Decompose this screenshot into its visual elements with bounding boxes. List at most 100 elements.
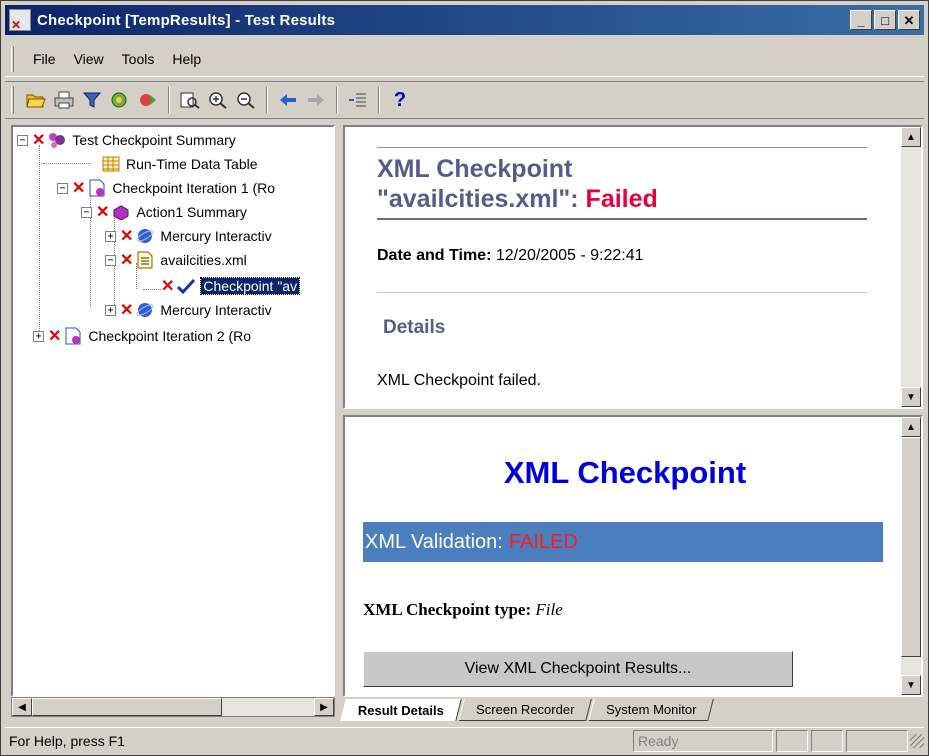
menu-help[interactable]: Help	[163, 51, 210, 67]
resize-grip[interactable]	[910, 733, 924, 748]
tree-label: availcities.xml	[160, 252, 247, 268]
tree-item-runtime-table[interactable]: Run-Time Data Table	[101, 153, 258, 175]
validation-label: XML Validation:	[365, 530, 503, 553]
tree-item-iteration-2[interactable]: + ✕ Checkpoint Iteration 2 (Ro	[33, 325, 251, 347]
menu-tools[interactable]: Tools	[113, 51, 164, 67]
tree-item-mercury-1[interactable]: + ✕ Mercury Interactiv	[105, 225, 272, 247]
tab-result-details[interactable]: Result Details	[340, 699, 462, 721]
scroll-down-arrow-icon[interactable]: ▼	[901, 387, 921, 407]
status-ready: Ready	[633, 729, 773, 752]
results-tree[interactable]: − ✕ Test Checkpoint Summary Run-Time Dat…	[11, 125, 335, 697]
tree-line	[39, 145, 40, 337]
tree-label: Mercury Interactiv	[160, 228, 272, 244]
title-line-2: "availcities.xml": Failed	[377, 184, 867, 214]
expand-toggle[interactable]: +	[33, 330, 44, 342]
toolbar-separator	[266, 87, 268, 113]
date-value: 12/20/2005 - 9:22:41	[491, 247, 644, 264]
tab-system-monitor[interactable]: System Monitor	[588, 699, 715, 721]
scroll-thumb[interactable]	[32, 698, 222, 716]
data-table-icon	[101, 155, 121, 173]
details-pane: XML Checkpoint "availcities.xml": Failed…	[343, 125, 923, 409]
validation-status: FAILED	[508, 530, 578, 553]
tree-label: Mercury Interactiv	[160, 302, 272, 318]
iteration-page-icon	[63, 327, 83, 345]
title-line-1: XML Checkpoint	[377, 155, 573, 183]
tree-label: Action1 Summary	[136, 204, 247, 220]
status-failed: Failed	[585, 185, 658, 213]
failed-x-icon: ✕	[120, 228, 134, 245]
tree-label: Checkpoint Iteration 2 (Ro	[88, 328, 252, 344]
help-icon[interactable]: ?	[387, 87, 413, 113]
expand-toggle[interactable]: +	[105, 230, 116, 242]
toolbar-separator	[378, 87, 380, 113]
tree-label: Checkpoint "av	[200, 277, 301, 295]
close-button[interactable]: ✕	[898, 10, 920, 30]
tree-line	[143, 289, 161, 290]
minimize-button[interactable]: _	[850, 10, 872, 30]
collapse-toggle[interactable]: −	[81, 206, 92, 218]
tree-horizontal-scrollbar[interactable]: ◀ ▶	[11, 697, 335, 717]
checkpoint-view-title: XML Checkpoint	[503, 455, 747, 490]
jump-to-step-icon[interactable]	[135, 87, 161, 113]
collapse-toggle[interactable]: −	[17, 134, 28, 146]
details-vertical-scrollbar[interactable]: ▲ ▼	[901, 127, 921, 407]
menu-file[interactable]: File	[24, 51, 65, 67]
tree-item-root[interactable]: − ✕ Test Checkpoint Summary	[17, 129, 236, 151]
expand-toggle[interactable]: +	[105, 304, 116, 316]
checkpoint-result-title: XML Checkpoint "availcities.xml": Failed	[377, 147, 867, 220]
xml-document-icon	[135, 251, 155, 269]
filter-icon[interactable]	[79, 87, 105, 113]
details-message: XML Checkpoint failed.	[377, 372, 541, 389]
date-time: Date and Time: 12/20/2005 - 9:22:41	[377, 247, 644, 265]
print-icon[interactable]	[51, 87, 77, 113]
window-title: Checkpoint [TempResults] - Test Results	[37, 11, 336, 29]
collapse-toggle[interactable]: −	[105, 254, 116, 266]
maximize-button[interactable]: □	[874, 10, 896, 30]
status-cell	[846, 729, 908, 752]
tree-label: Checkpoint Iteration 1 (Ro	[112, 180, 276, 196]
collapse-toggle[interactable]: −	[57, 182, 68, 194]
toolbar-grip[interactable]	[11, 86, 14, 114]
checkpoint-check-icon	[176, 277, 196, 295]
title-bar[interactable]: Checkpoint [TempResults] - Test Results …	[5, 5, 924, 35]
tab-screen-recorder[interactable]: Screen Recorder	[458, 699, 593, 721]
status-bar: For Help, press F1 Ready	[5, 727, 924, 753]
failed-x-icon: ✕	[96, 204, 110, 221]
iteration-page-icon	[87, 179, 107, 197]
menu-grip[interactable]	[11, 45, 14, 72]
toolbar: ?	[5, 81, 924, 119]
scroll-up-arrow-icon[interactable]: ▲	[901, 127, 921, 147]
scroll-right-arrow-icon[interactable]: ▶	[314, 698, 334, 716]
preview-icon[interactable]	[177, 87, 203, 113]
failed-x-icon: ✕	[120, 252, 134, 269]
zoom-in-icon[interactable]	[205, 87, 231, 113]
back-arrow-icon[interactable]	[275, 87, 301, 113]
validation-bar: XML Validation: FAILED	[363, 522, 883, 562]
toolbar-separator	[336, 87, 338, 113]
tree-item-mercury-2[interactable]: + ✕ Mercury Interactiv	[105, 299, 272, 321]
tree-item-iteration-1[interactable]: − ✕ Checkpoint Iteration 1 (Ro	[57, 177, 275, 199]
scroll-down-arrow-icon[interactable]: ▼	[901, 675, 921, 695]
divider	[377, 292, 867, 293]
forward-arrow-icon[interactable]	[303, 87, 329, 113]
scroll-thumb[interactable]	[901, 437, 921, 657]
scroll-up-arrow-icon[interactable]: ▲	[901, 417, 921, 437]
result-tabs: Result Details Screen Recorder System Mo…	[340, 699, 923, 723]
date-label: Date and Time:	[377, 247, 492, 264]
scroll-left-arrow-icon[interactable]: ◀	[12, 698, 32, 716]
zoom-out-icon[interactable]	[233, 87, 259, 113]
browser-globe-icon	[135, 301, 155, 319]
tree-item-action1[interactable]: − ✕ Action1 Summary	[81, 201, 247, 223]
open-icon[interactable]	[23, 87, 49, 113]
menu-view[interactable]: View	[65, 51, 113, 67]
status-cell	[811, 729, 843, 752]
tree-item-availcities[interactable]: − ✕ availcities.xml	[105, 249, 247, 271]
expand-all-icon[interactable]	[345, 87, 371, 113]
failed-x-icon: ✕	[48, 328, 62, 345]
find-icon[interactable]	[107, 87, 133, 113]
window-controls: _ □ ✕	[850, 10, 920, 30]
view-xml-results-button[interactable]: View XML Checkpoint Results...	[363, 651, 793, 687]
checkpoint-vertical-scrollbar[interactable]: ▲ ▼	[901, 417, 921, 695]
checkpoint-type-label: XML Checkpoint type:	[363, 600, 532, 619]
tree-item-checkpoint-selected[interactable]: ✕ Checkpoint "av	[161, 275, 301, 297]
